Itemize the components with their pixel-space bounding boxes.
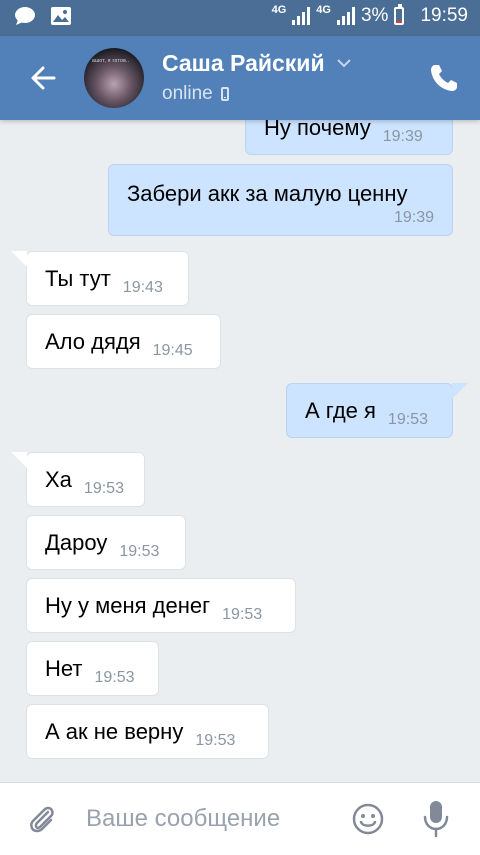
message-bubble-incoming[interactable]: Ало дядя 19:45: [26, 314, 221, 369]
battery-percent: 3%: [360, 5, 389, 26]
battery-icon: [394, 4, 405, 25]
message-text: Ало дядя: [45, 328, 141, 354]
message-bubble-outgoing[interactable]: А где я 19:53: [286, 383, 468, 438]
message-text: Ты тут: [45, 265, 111, 291]
signal-icon: [292, 7, 311, 25]
microphone-icon[interactable]: [422, 800, 450, 838]
message-time: 19:53: [83, 479, 124, 497]
message-time: 19:43: [122, 278, 163, 296]
bubble-tail: [11, 452, 27, 468]
message-text: Ну у меня денег: [45, 592, 211, 618]
message-text: Забери акк за малую ценну: [127, 181, 408, 206]
message-bubble-incoming[interactable]: А ак не верну 19:53: [26, 704, 269, 759]
emoji-icon[interactable]: [352, 803, 384, 835]
message-time: 19:53: [195, 731, 236, 749]
message-time: 19:53: [94, 668, 135, 686]
avatar-caption: ашот, я готов..: [92, 58, 130, 64]
message-text: А где я: [305, 397, 376, 423]
message-bubble-incoming[interactable]: Ты тут 19:43: [11, 251, 189, 306]
call-icon[interactable]: [428, 62, 460, 94]
chat-header: ашот, я готов.. Саша Райский online: [0, 36, 480, 120]
mobile-phone-icon: [220, 87, 229, 101]
status-bar: 4G 4G 3% 19:59: [0, 0, 480, 36]
bubble-tail: [452, 383, 468, 399]
message-time: 19:39: [393, 209, 434, 226]
paperclip-icon[interactable]: [26, 803, 58, 835]
contact-status: online: [162, 83, 351, 105]
message-bubble-incoming[interactable]: Ну у меня денег 19:53: [26, 578, 296, 633]
message-bubble-incoming[interactable]: Дароу 19:53: [26, 515, 186, 570]
back-arrow-icon[interactable]: [24, 58, 64, 98]
online-status-text: online: [162, 83, 213, 104]
network-type-label: 4G: [271, 4, 287, 16]
image-icon: [51, 7, 71, 25]
message-time: 19:53: [222, 605, 263, 623]
bubble-tail: [11, 251, 27, 267]
message-time: 19:39: [382, 127, 423, 145]
signal-icon-2: [336, 7, 355, 25]
message-text: Ха: [45, 466, 72, 492]
contact-title[interactable]: Саша Райский online: [162, 50, 351, 105]
message-text: Дароу: [45, 529, 108, 555]
clock: 19:59: [420, 5, 468, 26]
message-time: 19:53: [119, 542, 160, 560]
chevron-down-icon[interactable]: [337, 59, 351, 68]
message-bubble-incoming[interactable]: Нет 19:53: [26, 641, 159, 696]
message-text: А ак не верну: [45, 718, 184, 744]
message-bubble-outgoing[interactable]: Забери акк за малую ценну 19:39: [108, 164, 453, 236]
message-input[interactable]: [86, 799, 326, 839]
message-icon: [15, 7, 35, 25]
message-input-bar: [0, 782, 480, 855]
avatar[interactable]: ашот, я готов..: [84, 48, 144, 108]
contact-name[interactable]: Саша Райский: [162, 50, 325, 77]
message-text: Нет: [45, 655, 83, 681]
network-type-label-2: 4G: [316, 4, 331, 16]
message-bubble-incoming[interactable]: Ха 19:53: [11, 452, 145, 507]
message-time: 19:45: [152, 341, 193, 359]
message-time: 19:53: [387, 410, 428, 428]
